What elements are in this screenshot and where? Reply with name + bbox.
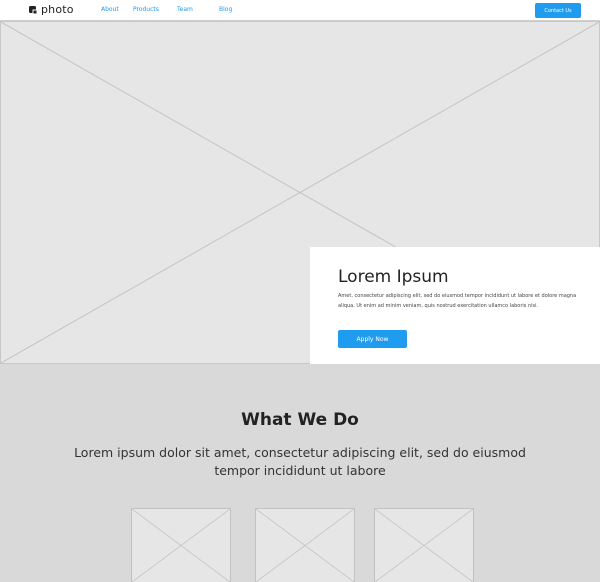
hero-card: Lorem Ipsum Amet, consectetur adipiscing… [310,247,600,364]
section-description: Lorem ipsum dolor sit amet, consectetur … [74,445,526,478]
hero-description: Amet, consectetur adipiscing elit, sed d… [338,293,577,309]
top-navbar: photo About Products Team Blog Contact U… [0,0,600,21]
logo-mark-icon [29,6,37,14]
nav-link-blog[interactable]: Blog [219,6,232,14]
nav-link-about[interactable]: About [101,6,119,14]
image-placeholder-icon [132,509,230,582]
hero-title: Lorem Ipsum [338,267,449,287]
section-title: What We Do [241,410,359,430]
contact-us-button[interactable]: Contact Us [535,3,581,18]
feature-image-2 [255,508,355,582]
image-placeholder-icon [256,509,354,582]
feature-image-1 [131,508,231,582]
nav-link-products[interactable]: Products [133,6,159,14]
logo[interactable]: photo [29,4,74,16]
image-placeholder-icon [375,509,473,582]
nav-link-team[interactable]: Team [177,6,193,14]
logo-text: photo [41,3,74,16]
apply-now-button[interactable]: Apply Now [338,330,407,348]
feature-image-3 [374,508,474,582]
